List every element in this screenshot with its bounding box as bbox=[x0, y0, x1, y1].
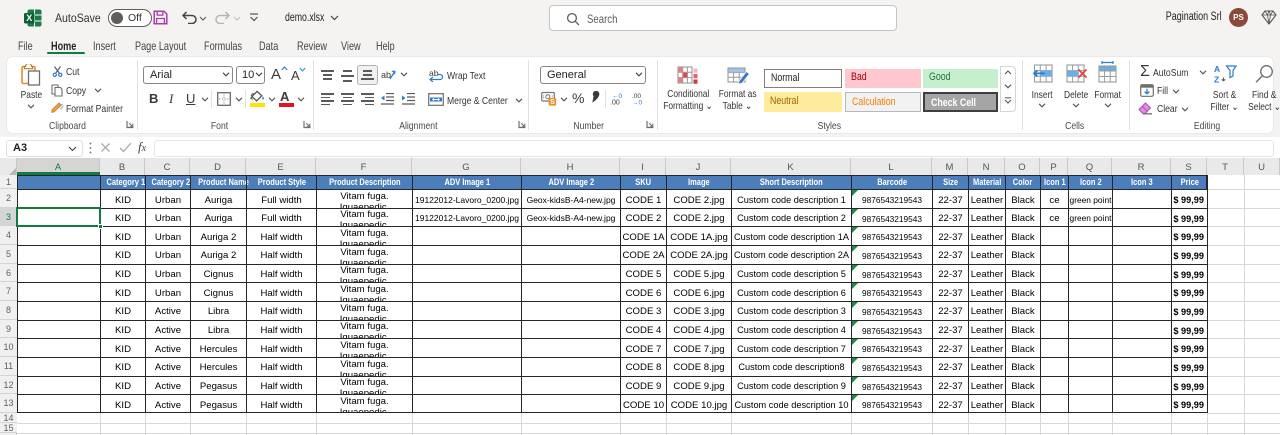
svg-text:X: X bbox=[26, 13, 32, 23]
svg-text:Z: Z bbox=[1214, 75, 1219, 85]
svg-text:S: S bbox=[550, 99, 555, 106]
svg-text:→0: →0 bbox=[632, 100, 643, 106]
svg-text:A: A bbox=[1214, 64, 1220, 74]
svg-text:ab: ab bbox=[381, 70, 391, 80]
svg-text:.00: .00 bbox=[610, 100, 620, 106]
svg-text:ab: ab bbox=[429, 68, 439, 78]
